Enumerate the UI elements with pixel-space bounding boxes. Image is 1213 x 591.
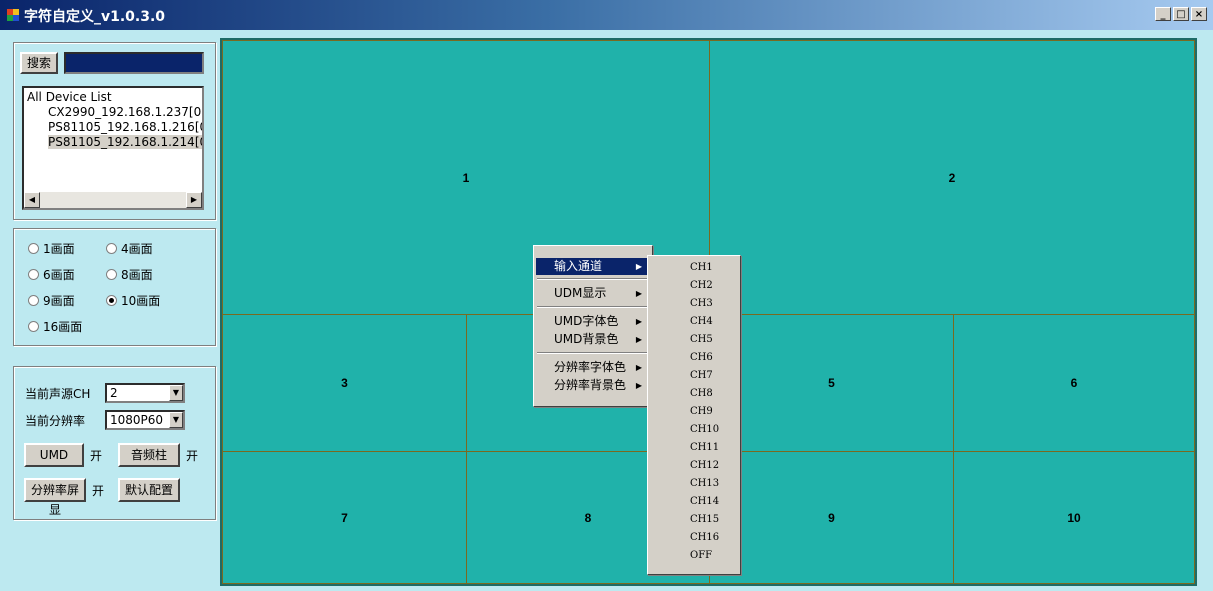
menu-separator xyxy=(537,306,647,308)
window-title: 字符自定义_v1.0.3.0 xyxy=(24,9,166,25)
chevron-down-icon[interactable]: ▼ xyxy=(169,385,183,401)
submenu-arrow-icon: ▶ xyxy=(635,289,642,298)
close-button[interactable]: × xyxy=(1191,7,1207,21)
radio-button-checked[interactable] xyxy=(106,295,117,306)
channel-submenu: CH1 CH2 CH3 CH4 CH5 CH6 CH7 CH8 CH9 CH10… xyxy=(647,255,741,575)
screen-cell-9[interactable]: 9 xyxy=(709,451,954,584)
audio-source-select[interactable]: 2 ▼ xyxy=(105,383,185,403)
submenu-item-ch3[interactable]: CH3 xyxy=(648,295,740,313)
resolution-display-state: 开 xyxy=(92,484,105,498)
default-config-button[interactable]: 默认配置 xyxy=(118,478,180,502)
menu-item-umd-bg-color[interactable]: UMD背景色 ▶ xyxy=(536,331,648,348)
menu-separator xyxy=(537,278,647,280)
screen-cell-7[interactable]: 7 xyxy=(222,451,467,584)
app-icon xyxy=(7,9,19,21)
submenu-arrow-icon: ▶ xyxy=(635,363,642,372)
layout-radio-9[interactable]: 9画面 xyxy=(28,292,75,309)
submenu-item-ch14[interactable]: CH14 xyxy=(648,493,740,511)
screen-cell-2[interactable]: 2 xyxy=(709,40,1195,315)
search-button[interactable]: 搜索 xyxy=(20,52,58,74)
device-list-item[interactable]: PS81105_192.168.1.216[0 xyxy=(48,120,202,134)
menu-separator xyxy=(537,352,647,354)
chevron-down-icon[interactable]: ▼ xyxy=(169,412,183,428)
radio-button[interactable] xyxy=(106,243,117,254)
screen-cell-6[interactable]: 6 xyxy=(953,314,1195,452)
screen-cell-10[interactable]: 10 xyxy=(953,451,1195,584)
layout-radio-10[interactable]: 10画面 xyxy=(106,292,160,309)
audio-source-label: 当前声源CH xyxy=(25,387,91,401)
device-list-item[interactable]: CX2990_192.168.1.237[00 xyxy=(48,105,202,119)
submenu-item-ch15[interactable]: CH15 xyxy=(648,511,740,529)
submenu-item-ch2[interactable]: CH2 xyxy=(648,277,740,295)
submenu-arrow-icon: ▶ xyxy=(635,262,642,271)
submenu-item-ch6[interactable]: CH6 xyxy=(648,349,740,367)
submenu-item-ch12[interactable]: CH12 xyxy=(648,457,740,475)
horizontal-scrollbar[interactable]: ◀ ▶ xyxy=(24,192,202,208)
screen-cell-5[interactable]: 5 xyxy=(709,314,954,452)
submenu-item-ch5[interactable]: CH5 xyxy=(648,331,740,349)
layout-radio-8[interactable]: 8画面 xyxy=(106,266,153,283)
menu-item-udm-display[interactable]: UDM显示 ▶ xyxy=(536,285,648,302)
menu-item-input-channel[interactable]: 输入通道 ▶ xyxy=(536,258,648,275)
resolution-display-button[interactable]: 分辨率屏显 xyxy=(24,478,86,517)
layout-radio-16[interactable]: 16画面 xyxy=(28,318,82,335)
submenu-item-ch11[interactable]: CH11 xyxy=(648,439,740,457)
submenu-item-ch7[interactable]: CH7 xyxy=(648,367,740,385)
resolution-select[interactable]: 1080P60 ▼ xyxy=(105,410,185,430)
radio-button[interactable] xyxy=(106,269,117,280)
layout-radio-4[interactable]: 4画面 xyxy=(106,240,153,257)
menu-item-res-font-color[interactable]: 分辨率字体色 ▶ xyxy=(536,359,648,376)
submenu-arrow-icon: ▶ xyxy=(635,317,642,326)
submenu-item-ch16[interactable]: CH16 xyxy=(648,529,740,547)
submenu-item-ch10[interactable]: CH10 xyxy=(648,421,740,439)
device-list-root[interactable]: All Device List xyxy=(27,90,112,104)
submenu-arrow-icon: ▶ xyxy=(635,381,642,390)
context-menu: 输入通道 ▶ UDM显示 ▶ UMD字体色 ▶ UMD背景色 ▶ 分辨率字体色 ▶ 分辨率… xyxy=(533,245,653,407)
resolution-label: 当前分辨率 xyxy=(25,414,86,428)
radio-button[interactable] xyxy=(28,243,39,254)
title-bar[interactable]: 字符自定义_v1.0.3.0 _ □ × xyxy=(0,0,1213,30)
search-input[interactable] xyxy=(64,52,204,74)
submenu-item-off[interactable]: OFF xyxy=(648,547,740,565)
submenu-item-ch4[interactable]: CH4 xyxy=(648,313,740,331)
audio-bar-state: 开 xyxy=(186,449,199,463)
audio-bar-button[interactable]: 音频柱 xyxy=(118,443,180,467)
submenu-arrow-icon: ▶ xyxy=(635,335,642,344)
radio-button[interactable] xyxy=(28,321,39,332)
umd-state: 开 xyxy=(90,449,103,463)
screen-cell-3[interactable]: 3 xyxy=(222,314,467,452)
scroll-right-icon[interactable]: ▶ xyxy=(186,192,202,208)
menu-item-umd-font-color[interactable]: UMD字体色 ▶ xyxy=(536,313,648,330)
submenu-item-ch9[interactable]: CH9 xyxy=(648,403,740,421)
device-list-item-selected[interactable]: PS81105_192.168.1.214[0 xyxy=(48,135,202,149)
submenu-item-ch1[interactable]: CH1 xyxy=(648,259,740,277)
layout-radio-6[interactable]: 6画面 xyxy=(28,266,75,283)
radio-button[interactable] xyxy=(28,269,39,280)
umd-button[interactable]: UMD xyxy=(24,443,84,467)
submenu-item-ch8[interactable]: CH8 xyxy=(648,385,740,403)
device-list[interactable]: All Device List CX2990_192.168.1.237[00 … xyxy=(22,86,204,210)
layout-radio-1[interactable]: 1画面 xyxy=(28,240,75,257)
menu-item-res-bg-color[interactable]: 分辨率背景色 ▶ xyxy=(536,377,648,394)
submenu-item-ch13[interactable]: CH13 xyxy=(648,475,740,493)
scroll-left-icon[interactable]: ◀ xyxy=(24,192,40,208)
maximize-button[interactable]: □ xyxy=(1173,7,1189,21)
minimize-button[interactable]: _ xyxy=(1155,7,1171,21)
radio-button[interactable] xyxy=(28,295,39,306)
